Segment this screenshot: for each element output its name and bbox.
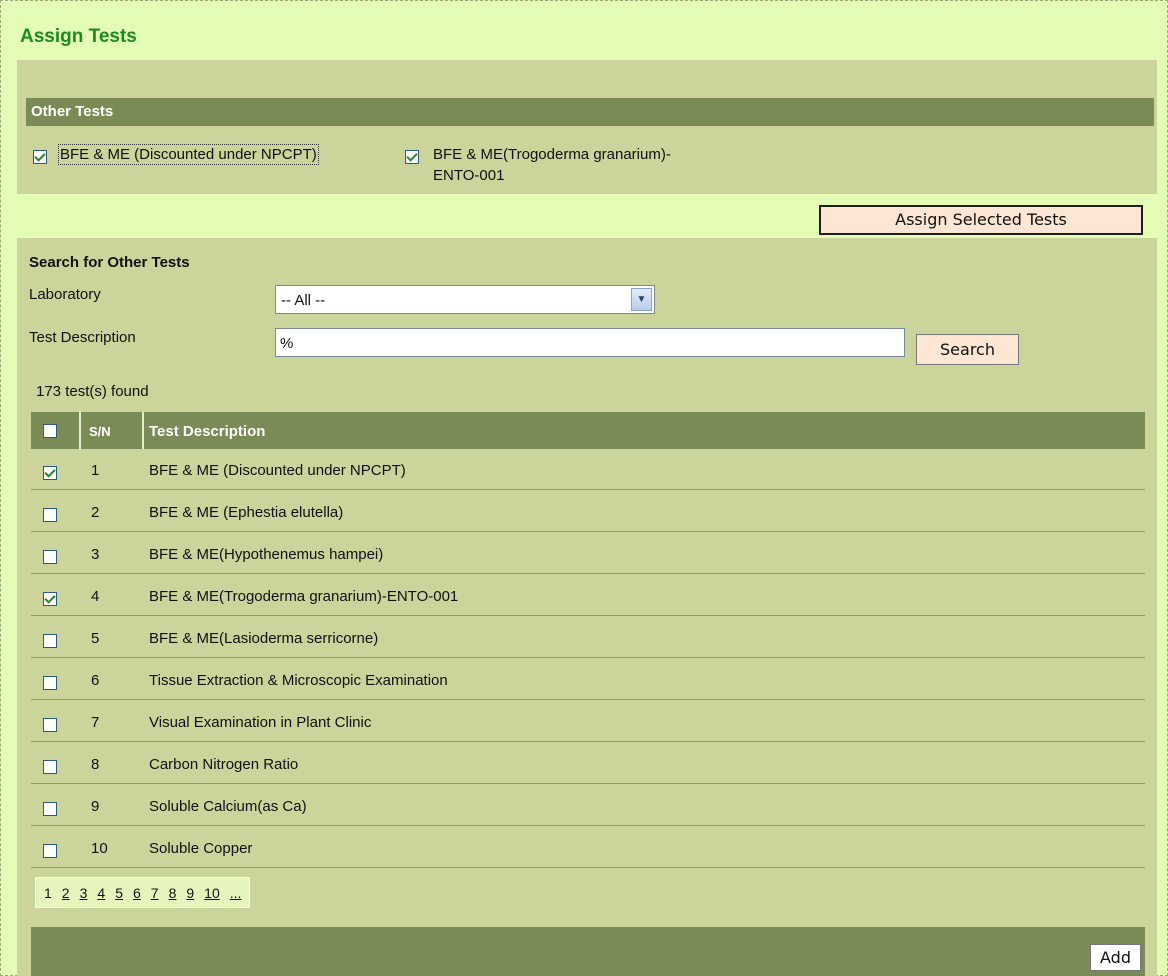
column-header-sn: S/N bbox=[89, 424, 111, 439]
results-count: 173 test(s) found bbox=[36, 383, 149, 400]
table-row: 2 BFE & ME (Ephestia elutella) bbox=[31, 491, 1145, 532]
table-row: 4 BFE & ME(Trogoderma granarium)-ENTO-00… bbox=[31, 575, 1145, 616]
page-link-7[interactable]: 7 bbox=[145, 879, 164, 906]
table-row: 10 Soluble Copper bbox=[31, 827, 1145, 868]
row-checkbox[interactable] bbox=[43, 802, 57, 816]
table-row: 3 BFE & ME(Hypothenemus hampei) bbox=[31, 533, 1145, 574]
row-sn: 6 bbox=[91, 672, 100, 689]
row-checkbox[interactable] bbox=[43, 550, 57, 564]
page-link-2[interactable]: 2 bbox=[56, 879, 75, 906]
selected-test-label-2-line1[interactable]: BFE & ME(Trogoderma granarium)- bbox=[433, 146, 671, 163]
page-link-10[interactable]: 10 bbox=[199, 879, 225, 906]
row-sn: 4 bbox=[91, 588, 100, 605]
table-row: 5 BFE & ME(Lasioderma serricorne) bbox=[31, 617, 1145, 658]
add-button[interactable]: Add bbox=[1090, 944, 1141, 971]
row-sn: 3 bbox=[91, 546, 100, 563]
page-link-3[interactable]: 3 bbox=[74, 879, 93, 906]
table-header: S/N Test Description bbox=[31, 412, 1145, 449]
test-description-label: Test Description bbox=[29, 329, 136, 346]
row-description: BFE & ME(Hypothenemus hampei) bbox=[149, 546, 384, 563]
column-divider bbox=[142, 412, 144, 449]
selected-test-checkbox-1[interactable] bbox=[33, 150, 47, 164]
row-description: BFE & ME (Ephestia elutella) bbox=[149, 504, 344, 521]
row-sn: 5 bbox=[91, 630, 100, 647]
table-row: 1 BFE & ME (Discounted under NPCPT) bbox=[31, 449, 1145, 490]
row-sn: 8 bbox=[91, 756, 100, 773]
row-checkbox[interactable] bbox=[43, 466, 57, 480]
row-checkbox[interactable] bbox=[43, 676, 57, 690]
page-link-5[interactable]: 5 bbox=[110, 879, 128, 906]
row-description: BFE & ME (Discounted under NPCPT) bbox=[149, 462, 406, 479]
selected-test-label-1[interactable]: BFE & ME (Discounted under NPCPT) bbox=[58, 144, 319, 165]
row-sn: 1 bbox=[91, 462, 100, 479]
page-title: Assign Tests bbox=[20, 26, 137, 47]
page-link-6[interactable]: 6 bbox=[127, 879, 146, 906]
laboratory-select[interactable]: -- All -- ▼ bbox=[275, 285, 655, 314]
other-tests-header: Other Tests bbox=[26, 98, 1154, 126]
row-description: Tissue Extraction & Microscopic Examinat… bbox=[149, 672, 448, 689]
select-all-checkbox[interactable] bbox=[43, 424, 57, 438]
test-description-input[interactable]: % bbox=[275, 328, 905, 357]
table-row: 7 Visual Examination in Plant Clinic bbox=[31, 701, 1145, 742]
page-link-9[interactable]: 9 bbox=[181, 879, 200, 906]
pagination: 1 2 3 4 5 6 7 8 9 10 ... bbox=[35, 877, 251, 908]
footer-bar bbox=[31, 927, 1145, 976]
laboratory-label: Laboratory bbox=[29, 286, 101, 303]
row-description: Soluble Calcium(as Ca) bbox=[149, 798, 307, 815]
row-sn: 9 bbox=[91, 798, 100, 815]
table-row: 9 Soluble Calcium(as Ca) bbox=[31, 785, 1145, 826]
search-button[interactable]: Search bbox=[916, 334, 1019, 365]
row-sn: 2 bbox=[91, 504, 100, 521]
table-row: 6 Tissue Extraction & Microscopic Examin… bbox=[31, 659, 1145, 700]
page-current: 1 bbox=[39, 879, 57, 906]
laboratory-select-value: -- All -- bbox=[281, 292, 326, 309]
assign-selected-tests-button[interactable]: Assign Selected Tests bbox=[819, 205, 1143, 235]
column-header-description: Test Description bbox=[149, 423, 266, 440]
row-sn: 10 bbox=[91, 840, 108, 857]
test-description-input-value: % bbox=[280, 335, 294, 352]
row-checkbox[interactable] bbox=[43, 760, 57, 774]
row-description: BFE & ME(Trogoderma granarium)-ENTO-001 bbox=[149, 588, 459, 605]
page-link-8[interactable]: 8 bbox=[163, 879, 182, 906]
row-checkbox[interactable] bbox=[43, 844, 57, 858]
chevron-down-icon[interactable]: ▼ bbox=[631, 288, 652, 311]
other-tests-panel bbox=[17, 60, 1157, 194]
row-description: Visual Examination in Plant Clinic bbox=[149, 714, 372, 731]
row-description: Soluble Copper bbox=[149, 840, 253, 857]
table-row: 8 Carbon Nitrogen Ratio bbox=[31, 743, 1145, 784]
page-link-4[interactable]: 4 bbox=[92, 879, 111, 906]
column-divider bbox=[79, 412, 81, 449]
row-checkbox[interactable] bbox=[43, 634, 57, 648]
row-checkbox[interactable] bbox=[43, 718, 57, 732]
search-section-title: Search for Other Tests bbox=[29, 254, 190, 271]
row-description: Carbon Nitrogen Ratio bbox=[149, 756, 299, 773]
row-description: BFE & ME(Lasioderma serricorne) bbox=[149, 630, 379, 647]
page-link-more[interactable]: ... bbox=[224, 879, 247, 906]
row-sn: 7 bbox=[91, 714, 100, 731]
row-checkbox[interactable] bbox=[43, 592, 57, 606]
selected-test-checkbox-2[interactable] bbox=[405, 150, 419, 164]
selected-test-label-2-line2[interactable]: ENTO-001 bbox=[433, 167, 504, 184]
row-checkbox[interactable] bbox=[43, 508, 57, 522]
